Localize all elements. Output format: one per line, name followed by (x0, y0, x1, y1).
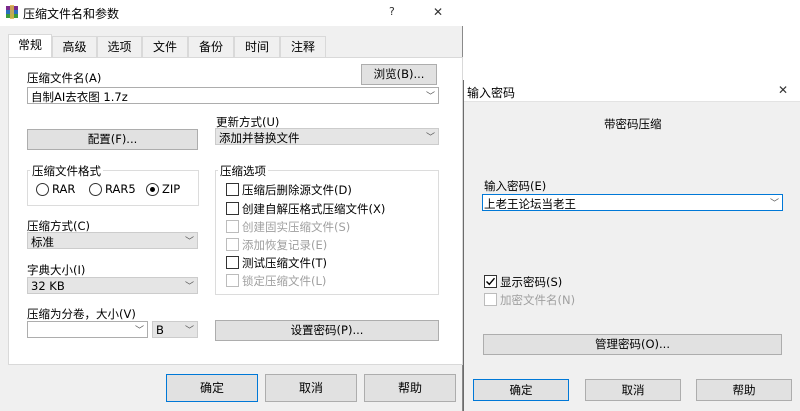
create-solid-label: 创建固实压缩文件(S) (242, 220, 351, 234)
tab-time[interactable]: 时间 (234, 36, 280, 58)
lock-archive-label: 锁定压缩文件(L) (242, 274, 327, 288)
format-zip-label[interactable]: ZIP (162, 182, 180, 196)
delete-after-archiving-label[interactable]: 压缩后删除源文件(D) (242, 182, 352, 198)
compression-method-select[interactable]: 标准 ﹀ (27, 232, 198, 249)
split-unit-value: B (156, 323, 164, 337)
encrypt-filenames-checkbox (484, 293, 497, 306)
password-input-value: 上老王论坛当老王 (484, 197, 576, 211)
password-ok-button[interactable]: 确定 (473, 379, 569, 401)
chevron-down-icon[interactable]: ﹀ (185, 323, 194, 336)
password-dialog-title: 输入密码 (467, 86, 516, 100)
profiles-button[interactable]: 配置(F)... (27, 129, 198, 150)
password-input[interactable]: 上老王论坛当老王 ﹀ (482, 194, 783, 211)
browse-button[interactable]: 浏览(B)... (361, 64, 437, 85)
tab-files[interactable]: 文件 (142, 36, 188, 58)
dictionary-size-select[interactable]: 32 KB ﹀ (27, 277, 198, 294)
split-volume-size-combo[interactable]: ﹀ (27, 321, 148, 338)
password-help-button[interactable]: 帮助 (696, 379, 792, 401)
lock-archive-checkbox (226, 274, 239, 287)
encrypt-filenames-label: 加密文件名(N) (500, 293, 576, 307)
split-unit-select[interactable]: B ﹀ (152, 321, 198, 338)
chevron-down-icon[interactable]: ﹀ (185, 279, 194, 292)
update-mode-select[interactable]: 添加并替换文件 ﹀ (215, 128, 439, 145)
archive-name-combo[interactable]: 自制AI去衣图 1.7z ﹀ (27, 87, 439, 104)
archive-options-title: 压缩选项 (218, 163, 268, 179)
create-sfx-checkbox[interactable] (226, 202, 239, 215)
delete-after-archiving-checkbox[interactable] (226, 183, 239, 196)
tab-general[interactable]: 常规 (8, 34, 52, 58)
password-dialog: 输入密码 ✕ 带密码压缩 输入密码(E) 上老王论坛当老王 ﹀ 显示密码(S) … (463, 80, 800, 411)
archive-dialog-title: 压缩文件名和参数 (23, 7, 120, 21)
create-sfx-label[interactable]: 创建自解压格式压缩文件(X) (242, 201, 385, 217)
format-rar5-radio[interactable] (89, 183, 102, 196)
close-icon[interactable]: ✕ (778, 83, 788, 97)
archive-dialog: 压缩文件名和参数 ? ✕ 常规 高级 选项 文件 备份 时间 注释 压缩文件名(… (0, 0, 463, 411)
tab-comment[interactable]: 注释 (280, 36, 326, 58)
format-rar5-label[interactable]: RAR5 (105, 182, 136, 196)
recovery-record-checkbox (226, 238, 239, 251)
chevron-down-icon[interactable]: ﹀ (135, 323, 144, 336)
archive-name-value: 自制AI去衣图 1.7z (31, 90, 128, 104)
ok-button[interactable]: 确定 (166, 374, 258, 402)
archive-format-title: 压缩文件格式 (30, 163, 103, 179)
archive-dialog-titlebar: 压缩文件名和参数 ? ✕ (0, 0, 463, 26)
chevron-down-icon[interactable]: ﹀ (185, 234, 194, 247)
winrar-app-icon (5, 5, 19, 19)
set-password-button[interactable]: 设置密码(P)... (215, 320, 439, 341)
compression-method-value: 标准 (31, 235, 54, 249)
create-solid-checkbox (226, 220, 239, 233)
password-cancel-button[interactable]: 取消 (585, 379, 681, 401)
chevron-down-icon[interactable]: ﹀ (426, 130, 435, 143)
format-rar-label[interactable]: RAR (52, 182, 75, 196)
split-volume-label: 压缩为分卷，大小(V) (27, 307, 136, 321)
test-archive-checkbox[interactable] (226, 256, 239, 269)
update-mode-value: 添加并替换文件 (219, 131, 300, 145)
archive-name-label: 压缩文件名(A) (27, 71, 102, 85)
format-zip-radio[interactable] (146, 183, 159, 196)
dictionary-size-value: 32 KB (31, 279, 65, 293)
tab-advanced[interactable]: 高级 (52, 36, 97, 58)
password-dialog-heading: 带密码压缩 (604, 117, 662, 131)
tab-backup[interactable]: 备份 (188, 36, 234, 58)
close-icon[interactable]: ✕ (433, 5, 443, 19)
help-button[interactable]: 帮助 (364, 374, 456, 402)
show-password-label[interactable]: 显示密码(S) (500, 274, 562, 290)
test-archive-label[interactable]: 测试压缩文件(T) (242, 255, 327, 271)
chevron-down-icon[interactable]: ﹀ (770, 196, 779, 209)
format-rar-radio[interactable] (36, 183, 49, 196)
password-dialog-titlebar: 输入密码 ✕ (464, 80, 800, 102)
enter-password-label: 输入密码(E) (484, 179, 547, 193)
help-icon[interactable]: ? (389, 5, 395, 18)
dictionary-size-label: 字典大小(I) (27, 263, 86, 277)
cancel-button[interactable]: 取消 (265, 374, 357, 402)
organize-passwords-button[interactable]: 管理密码(O)... (483, 334, 782, 355)
tab-options[interactable]: 选项 (97, 36, 142, 58)
recovery-record-label: 添加恢复记录(E) (242, 238, 328, 252)
show-password-checkbox[interactable] (484, 275, 497, 288)
chevron-down-icon[interactable]: ﹀ (426, 89, 435, 102)
